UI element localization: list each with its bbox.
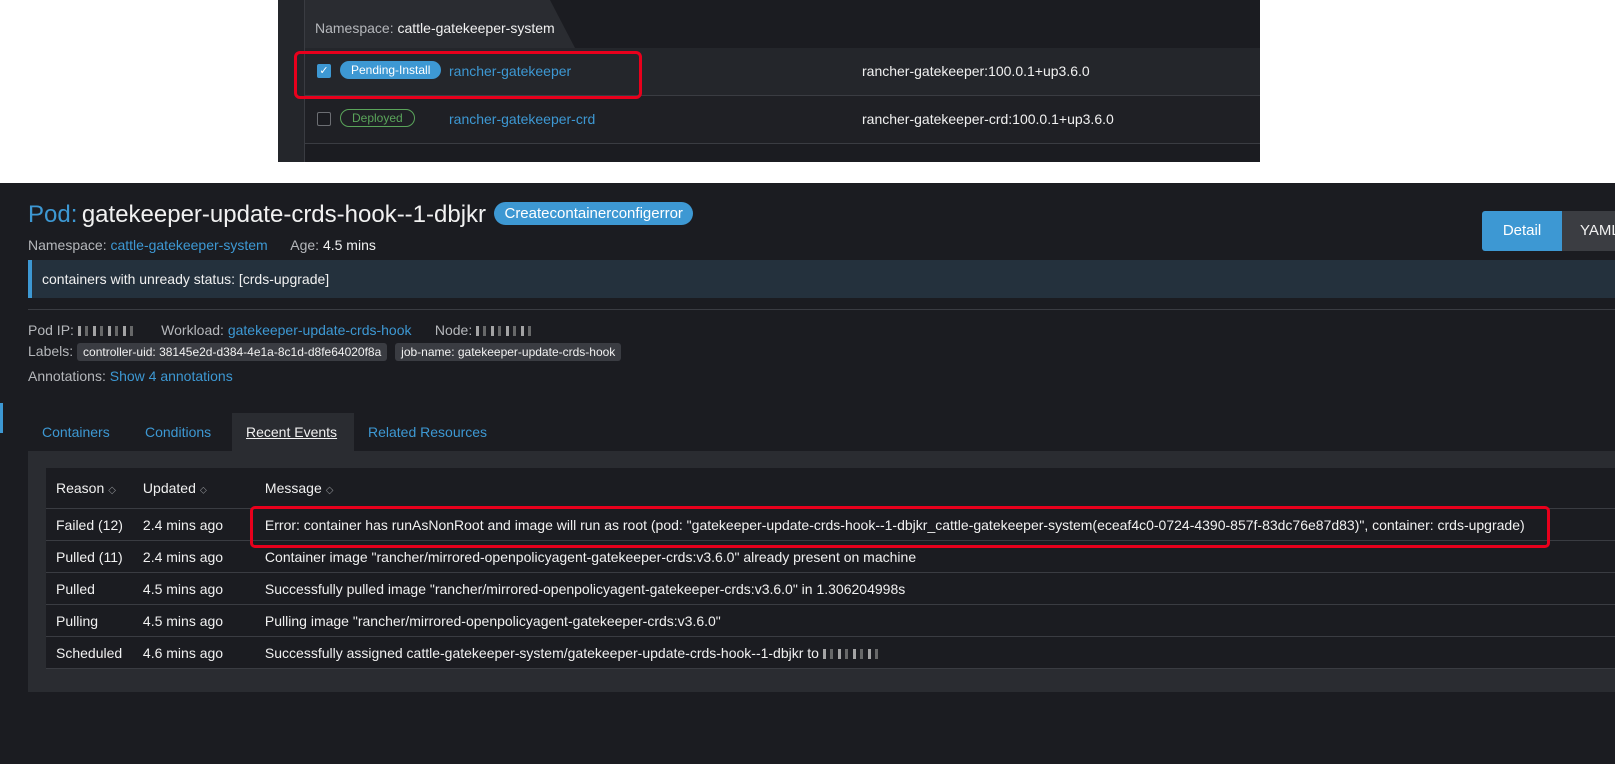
column-header-message[interactable]: Message ◇ xyxy=(254,468,1615,509)
tab-recent-events[interactable]: Recent Events xyxy=(232,413,354,451)
namespace-group-key: Namespace: xyxy=(315,20,394,36)
release-chart: rancher-gatekeeper:100.0.1+up3.6.0 xyxy=(862,63,1090,79)
sort-icon[interactable]: ◇ xyxy=(108,485,116,496)
event-updated: 4.6 mins ago xyxy=(132,636,255,669)
highlight-box-release xyxy=(294,51,642,99)
label-tag: controller-uid: 38145e2d-d384-4e1a-8c1d-… xyxy=(77,343,388,361)
release-row[interactable]: Deployed rancher-gatekeeper-crd rancher-… xyxy=(305,96,1260,144)
pod-ip-label: Pod IP: xyxy=(28,322,74,338)
age-label: Age: xyxy=(290,237,320,253)
event-reason: Pulled xyxy=(46,572,133,605)
workload-label: Workload: xyxy=(161,322,224,338)
annotations-label: Annotations: xyxy=(28,368,106,384)
table-row: Pulling 4.5 mins ago Pulling image "ranc… xyxy=(46,604,1615,637)
labels-row: Labels: controller-uid: 38145e2d-d384-4e… xyxy=(28,343,625,361)
workload-link[interactable]: gatekeeper-update-crds-hook xyxy=(228,322,412,338)
table-row: Pulled 4.5 mins ago Successfully pulled … xyxy=(46,572,1615,605)
release-name-link[interactable]: rancher-gatekeeper-crd xyxy=(449,111,595,127)
status-badge: Createcontainerconfigerror xyxy=(494,202,693,225)
pod-name: gatekeeper-update-crds-hook--1-dbjkr xyxy=(81,201,487,228)
sort-icon[interactable]: ◇ xyxy=(326,485,334,496)
age-value: 4.5 mins xyxy=(322,237,376,253)
row-checkbox[interactable] xyxy=(317,112,331,126)
tab-related-resources[interactable]: Related Resources xyxy=(354,413,501,451)
pod-meta-row: Pod IP: Workload: gatekeeper-update-crds… xyxy=(28,322,537,338)
release-chart: rancher-gatekeeper-crd:100.0.1+up3.6.0 xyxy=(862,111,1114,127)
namespace-label: Namespace: xyxy=(28,237,107,253)
node-label: Node: xyxy=(434,322,473,338)
label-tag: job-name: gatekeeper-update-crds-hook xyxy=(395,343,622,361)
redacted-pod-ip xyxy=(77,326,138,337)
column-header-updated[interactable]: Updated ⬦ xyxy=(132,468,255,509)
event-message: Pulling image "rancher/mirrored-openpoli… xyxy=(254,604,1615,637)
pod-detail-panel: Pod: gatekeeper-update-crds-hook--1-dbjk… xyxy=(0,183,1615,764)
event-updated: 2.4 mins ago xyxy=(132,540,255,573)
event-updated: 4.5 mins ago xyxy=(132,604,255,637)
detail-view-button[interactable]: Detail xyxy=(1482,211,1562,251)
yaml-view-button[interactable]: YAML xyxy=(1562,211,1615,251)
highlight-box-error-event xyxy=(250,506,1550,548)
namespace-link[interactable]: cattle-gatekeeper-system xyxy=(110,237,267,253)
labels-label: Labels: xyxy=(28,343,74,359)
event-updated: 4.5 mins ago xyxy=(132,572,255,605)
event-reason: Scheduled xyxy=(46,636,133,669)
divider xyxy=(28,309,1615,310)
table-header-row: Reason ◇ Updated ⬦ Message ◇ xyxy=(46,468,1615,509)
event-reason: Failed (12) xyxy=(46,508,133,541)
resource-type-link[interactable]: Pod: xyxy=(28,201,77,228)
page-title: Pod: gatekeeper-update-crds-hook--1-dbjk… xyxy=(28,201,693,229)
status-banner: containers with unready status: [crds-up… xyxy=(28,260,1615,298)
event-reason: Pulling xyxy=(46,604,133,637)
show-annotations-link[interactable]: Show 4 annotations xyxy=(110,368,233,384)
tab-bar: Containers Conditions Recent Events Rela… xyxy=(28,413,1615,451)
status-badge: Deployed xyxy=(340,109,415,127)
events-table: Reason ◇ Updated ⬦ Message ◇ Failed (12) 2.… xyxy=(46,468,1615,669)
side-nav-accent xyxy=(0,403,3,433)
annotations-row: Annotations: Show 4 annotations xyxy=(28,368,233,384)
recent-events-panel: Reason ◇ Updated ⬦ Message ◇ Failed (12) 2.… xyxy=(28,451,1615,692)
namespace-group-header: Namespace: cattle-gatekeeper-system xyxy=(305,0,1260,49)
event-message: Successfully assigned cattle-gatekeeper-… xyxy=(264,644,819,661)
namespace-group-value: cattle-gatekeeper-system xyxy=(397,20,555,36)
tab-containers[interactable]: Containers xyxy=(28,413,124,451)
redacted-node-link[interactable] xyxy=(476,326,537,337)
namespace-group-label: Namespace: cattle-gatekeeper-system xyxy=(315,20,555,36)
event-updated: 2.4 mins ago xyxy=(132,508,255,541)
table-row: Scheduled 4.6 mins ago Successfully assi… xyxy=(46,636,1615,669)
column-header-reason[interactable]: Reason ◇ xyxy=(46,468,133,509)
banner-message: containers with unready status: [crds-up… xyxy=(42,271,330,287)
sort-icon[interactable]: ⬦ xyxy=(200,485,207,496)
event-reason: Pulled (11) xyxy=(46,540,133,573)
redacted-node-name xyxy=(822,648,883,659)
event-message-cell: Successfully assigned cattle-gatekeeper-… xyxy=(254,636,1615,669)
pod-subheader: Namespace: cattle-gatekeeper-system Age:… xyxy=(28,237,376,253)
tab-conditions[interactable]: Conditions xyxy=(131,413,225,451)
event-message: Successfully pulled image "rancher/mirro… xyxy=(254,572,1615,605)
